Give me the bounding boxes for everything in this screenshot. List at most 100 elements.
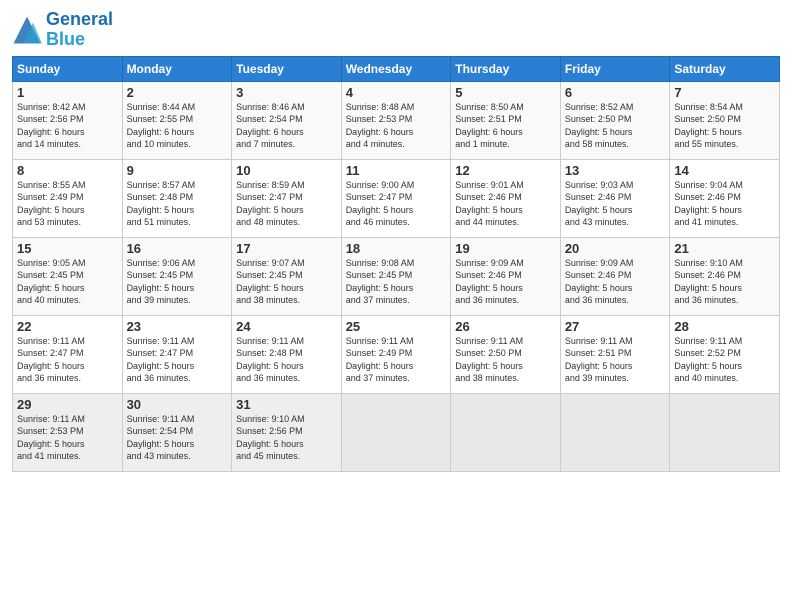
week-row-5: 29Sunrise: 9:11 AMSunset: 2:53 PMDayligh… bbox=[13, 393, 780, 471]
day-info: Sunrise: 9:10 AMSunset: 2:46 PMDaylight:… bbox=[674, 257, 775, 307]
day-cell bbox=[451, 393, 561, 471]
day-info: Sunrise: 9:06 AMSunset: 2:45 PMDaylight:… bbox=[127, 257, 228, 307]
day-cell: 1Sunrise: 8:42 AMSunset: 2:56 PMDaylight… bbox=[13, 81, 123, 159]
day-info: Sunrise: 9:11 AMSunset: 2:52 PMDaylight:… bbox=[674, 335, 775, 385]
day-number: 5 bbox=[455, 85, 556, 100]
day-info: Sunrise: 9:11 AMSunset: 2:51 PMDaylight:… bbox=[565, 335, 666, 385]
header-sunday: Sunday bbox=[13, 56, 123, 81]
day-cell bbox=[670, 393, 780, 471]
day-number: 3 bbox=[236, 85, 337, 100]
day-info: Sunrise: 8:48 AMSunset: 2:53 PMDaylight:… bbox=[346, 101, 447, 151]
day-info: Sunrise: 8:44 AMSunset: 2:55 PMDaylight:… bbox=[127, 101, 228, 151]
day-cell: 6Sunrise: 8:52 AMSunset: 2:50 PMDaylight… bbox=[560, 81, 670, 159]
day-cell: 29Sunrise: 9:11 AMSunset: 2:53 PMDayligh… bbox=[13, 393, 123, 471]
calendar-table: SundayMondayTuesdayWednesdayThursdayFrid… bbox=[12, 56, 780, 472]
day-info: Sunrise: 9:05 AMSunset: 2:45 PMDaylight:… bbox=[17, 257, 118, 307]
week-row-4: 22Sunrise: 9:11 AMSunset: 2:47 PMDayligh… bbox=[13, 315, 780, 393]
day-info: Sunrise: 9:03 AMSunset: 2:46 PMDaylight:… bbox=[565, 179, 666, 229]
day-cell: 2Sunrise: 8:44 AMSunset: 2:55 PMDaylight… bbox=[122, 81, 232, 159]
header-wednesday: Wednesday bbox=[341, 56, 451, 81]
day-number: 14 bbox=[674, 163, 775, 178]
day-cell: 21Sunrise: 9:10 AMSunset: 2:46 PMDayligh… bbox=[670, 237, 780, 315]
day-cell: 9Sunrise: 8:57 AMSunset: 2:48 PMDaylight… bbox=[122, 159, 232, 237]
day-number: 27 bbox=[565, 319, 666, 334]
day-cell: 28Sunrise: 9:11 AMSunset: 2:52 PMDayligh… bbox=[670, 315, 780, 393]
header-monday: Monday bbox=[122, 56, 232, 81]
week-row-2: 8Sunrise: 8:55 AMSunset: 2:49 PMDaylight… bbox=[13, 159, 780, 237]
day-cell: 8Sunrise: 8:55 AMSunset: 2:49 PMDaylight… bbox=[13, 159, 123, 237]
day-cell: 10Sunrise: 8:59 AMSunset: 2:47 PMDayligh… bbox=[232, 159, 342, 237]
header-thursday: Thursday bbox=[451, 56, 561, 81]
day-info: Sunrise: 9:00 AMSunset: 2:47 PMDaylight:… bbox=[346, 179, 447, 229]
day-cell: 15Sunrise: 9:05 AMSunset: 2:45 PMDayligh… bbox=[13, 237, 123, 315]
day-number: 11 bbox=[346, 163, 447, 178]
day-cell bbox=[341, 393, 451, 471]
day-info: Sunrise: 9:08 AMSunset: 2:45 PMDaylight:… bbox=[346, 257, 447, 307]
day-cell: 5Sunrise: 8:50 AMSunset: 2:51 PMDaylight… bbox=[451, 81, 561, 159]
day-info: Sunrise: 9:10 AMSunset: 2:56 PMDaylight:… bbox=[236, 413, 337, 463]
day-number: 9 bbox=[127, 163, 228, 178]
day-info: Sunrise: 8:54 AMSunset: 2:50 PMDaylight:… bbox=[674, 101, 775, 151]
day-info: Sunrise: 9:11 AMSunset: 2:50 PMDaylight:… bbox=[455, 335, 556, 385]
day-info: Sunrise: 8:46 AMSunset: 2:54 PMDaylight:… bbox=[236, 101, 337, 151]
day-number: 20 bbox=[565, 241, 666, 256]
day-info: Sunrise: 8:55 AMSunset: 2:49 PMDaylight:… bbox=[17, 179, 118, 229]
day-number: 7 bbox=[674, 85, 775, 100]
day-number: 8 bbox=[17, 163, 118, 178]
day-number: 21 bbox=[674, 241, 775, 256]
day-cell: 16Sunrise: 9:06 AMSunset: 2:45 PMDayligh… bbox=[122, 237, 232, 315]
day-info: Sunrise: 9:11 AMSunset: 2:47 PMDaylight:… bbox=[127, 335, 228, 385]
day-info: Sunrise: 8:42 AMSunset: 2:56 PMDaylight:… bbox=[17, 101, 118, 151]
day-cell: 23Sunrise: 9:11 AMSunset: 2:47 PMDayligh… bbox=[122, 315, 232, 393]
day-number: 6 bbox=[565, 85, 666, 100]
page-container: General Blue SundayMondayTuesdayWednesda… bbox=[0, 0, 792, 480]
calendar-header-row: SundayMondayTuesdayWednesdayThursdayFrid… bbox=[13, 56, 780, 81]
day-cell: 4Sunrise: 8:48 AMSunset: 2:53 PMDaylight… bbox=[341, 81, 451, 159]
day-number: 25 bbox=[346, 319, 447, 334]
day-info: Sunrise: 9:09 AMSunset: 2:46 PMDaylight:… bbox=[455, 257, 556, 307]
day-cell: 7Sunrise: 8:54 AMSunset: 2:50 PMDaylight… bbox=[670, 81, 780, 159]
day-number: 15 bbox=[17, 241, 118, 256]
day-number: 18 bbox=[346, 241, 447, 256]
day-number: 22 bbox=[17, 319, 118, 334]
day-info: Sunrise: 8:57 AMSunset: 2:48 PMDaylight:… bbox=[127, 179, 228, 229]
day-info: Sunrise: 9:11 AMSunset: 2:54 PMDaylight:… bbox=[127, 413, 228, 463]
day-number: 19 bbox=[455, 241, 556, 256]
day-cell bbox=[560, 393, 670, 471]
day-info: Sunrise: 8:52 AMSunset: 2:50 PMDaylight:… bbox=[565, 101, 666, 151]
day-cell: 20Sunrise: 9:09 AMSunset: 2:46 PMDayligh… bbox=[560, 237, 670, 315]
day-info: Sunrise: 9:11 AMSunset: 2:48 PMDaylight:… bbox=[236, 335, 337, 385]
day-info: Sunrise: 8:50 AMSunset: 2:51 PMDaylight:… bbox=[455, 101, 556, 151]
header-saturday: Saturday bbox=[670, 56, 780, 81]
day-info: Sunrise: 9:09 AMSunset: 2:46 PMDaylight:… bbox=[565, 257, 666, 307]
day-number: 24 bbox=[236, 319, 337, 334]
day-cell: 26Sunrise: 9:11 AMSunset: 2:50 PMDayligh… bbox=[451, 315, 561, 393]
day-number: 16 bbox=[127, 241, 228, 256]
header: General Blue bbox=[12, 10, 780, 50]
day-number: 1 bbox=[17, 85, 118, 100]
day-cell: 18Sunrise: 9:08 AMSunset: 2:45 PMDayligh… bbox=[341, 237, 451, 315]
day-info: Sunrise: 9:11 AMSunset: 2:47 PMDaylight:… bbox=[17, 335, 118, 385]
day-number: 29 bbox=[17, 397, 118, 412]
day-number: 17 bbox=[236, 241, 337, 256]
day-number: 10 bbox=[236, 163, 337, 178]
day-cell: 11Sunrise: 9:00 AMSunset: 2:47 PMDayligh… bbox=[341, 159, 451, 237]
day-info: Sunrise: 9:07 AMSunset: 2:45 PMDaylight:… bbox=[236, 257, 337, 307]
day-cell: 14Sunrise: 9:04 AMSunset: 2:46 PMDayligh… bbox=[670, 159, 780, 237]
day-cell: 27Sunrise: 9:11 AMSunset: 2:51 PMDayligh… bbox=[560, 315, 670, 393]
day-number: 30 bbox=[127, 397, 228, 412]
day-number: 4 bbox=[346, 85, 447, 100]
day-cell: 24Sunrise: 9:11 AMSunset: 2:48 PMDayligh… bbox=[232, 315, 342, 393]
day-info: Sunrise: 9:11 AMSunset: 2:53 PMDaylight:… bbox=[17, 413, 118, 463]
day-info: Sunrise: 9:01 AMSunset: 2:46 PMDaylight:… bbox=[455, 179, 556, 229]
week-row-3: 15Sunrise: 9:05 AMSunset: 2:45 PMDayligh… bbox=[13, 237, 780, 315]
header-tuesday: Tuesday bbox=[232, 56, 342, 81]
day-cell: 3Sunrise: 8:46 AMSunset: 2:54 PMDaylight… bbox=[232, 81, 342, 159]
week-row-1: 1Sunrise: 8:42 AMSunset: 2:56 PMDaylight… bbox=[13, 81, 780, 159]
day-info: Sunrise: 9:04 AMSunset: 2:46 PMDaylight:… bbox=[674, 179, 775, 229]
day-cell: 25Sunrise: 9:11 AMSunset: 2:49 PMDayligh… bbox=[341, 315, 451, 393]
day-cell: 30Sunrise: 9:11 AMSunset: 2:54 PMDayligh… bbox=[122, 393, 232, 471]
logo-text: General Blue bbox=[46, 10, 113, 50]
day-info: Sunrise: 9:11 AMSunset: 2:49 PMDaylight:… bbox=[346, 335, 447, 385]
day-number: 12 bbox=[455, 163, 556, 178]
